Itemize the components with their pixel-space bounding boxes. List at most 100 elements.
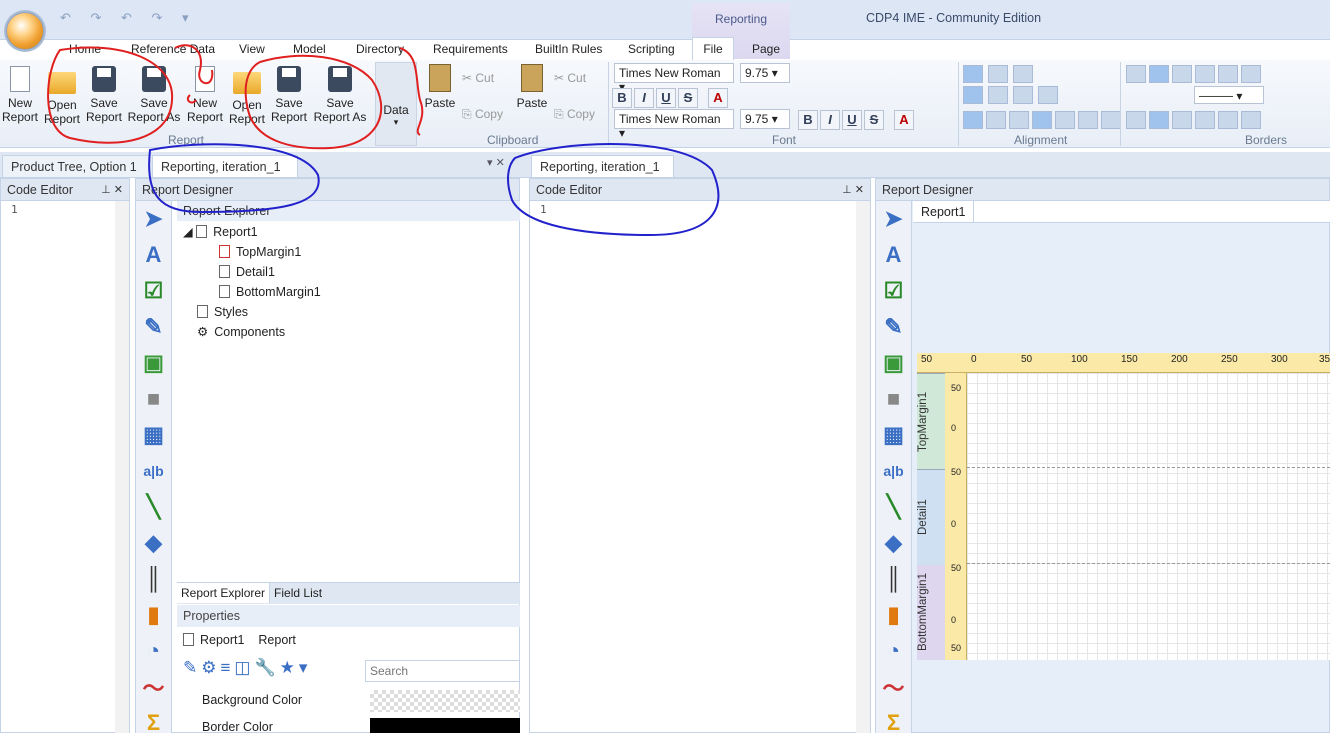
character-comb-icon[interactable]: a|b bbox=[139, 456, 169, 486]
tab-report-explorer[interactable]: Report Explorer bbox=[177, 583, 271, 603]
barcode-icon[interactable]: ║ bbox=[879, 564, 909, 594]
save-report-as-button[interactable]: Save Report As bbox=[126, 66, 182, 124]
tab-directory[interactable]: Directory bbox=[356, 42, 404, 56]
tree-item-topmargin1[interactable]: TopMargin1 bbox=[219, 242, 301, 262]
tab-home[interactable]: Home bbox=[69, 42, 101, 56]
border-buttons-2[interactable] bbox=[1126, 111, 1261, 129]
tab-reference-data[interactable]: Reference Data bbox=[131, 42, 215, 56]
doc-tab-reporting-right[interactable]: Reporting, iteration_1 ✕ bbox=[531, 155, 674, 189]
underline-button[interactable]: U bbox=[656, 88, 676, 108]
underline-button-2[interactable]: U bbox=[842, 110, 862, 130]
save-report-button[interactable]: Save Report bbox=[84, 66, 124, 124]
scrollbar[interactable] bbox=[856, 201, 870, 733]
open-report-button[interactable]: Open Report bbox=[42, 66, 82, 126]
sparkline-icon[interactable]: 〜 bbox=[139, 672, 169, 702]
alignment-buttons[interactable] bbox=[963, 65, 1060, 104]
line-icon[interactable]: ╲ bbox=[139, 492, 169, 522]
open-report-button-2[interactable]: Open Report bbox=[227, 66, 267, 126]
doc-tab-reporting-left[interactable]: Reporting, iteration_1 ✕ bbox=[152, 155, 298, 189]
scrollbar[interactable] bbox=[115, 201, 129, 733]
tree-item-components[interactable]: ⚙ Components bbox=[197, 322, 285, 342]
strikethrough-button-2[interactable]: S bbox=[864, 110, 884, 130]
cut-button[interactable]: ✂ Cut bbox=[462, 71, 494, 85]
property-category-icons[interactable]: ✎⚙≡◫🔧★▾ bbox=[183, 658, 311, 678]
richtext-icon[interactable]: ✎ bbox=[139, 312, 169, 342]
tab-requirements[interactable]: Requirements bbox=[433, 42, 508, 56]
gauge-icon[interactable]: ◔ bbox=[879, 636, 909, 666]
panel-icon[interactable]: ■ bbox=[139, 384, 169, 414]
picture-icon[interactable]: ▣ bbox=[879, 348, 909, 378]
tab-model[interactable]: Model bbox=[293, 42, 326, 56]
tree-item-detail1[interactable]: Detail1 bbox=[219, 262, 275, 282]
tab-file[interactable]: File bbox=[692, 37, 734, 61]
band-topmargin1[interactable]: TopMargin1 bbox=[917, 373, 945, 469]
design-surface[interactable] bbox=[967, 373, 1330, 660]
sparkline-icon[interactable]: 〜 bbox=[879, 672, 909, 702]
font-family-select[interactable]: Times New Roman ▾ bbox=[614, 63, 734, 94]
doc-tab-product-tree[interactable]: Product Tree, Option 1 ✕ bbox=[2, 155, 150, 189]
new-report-button-2[interactable]: New Report bbox=[186, 66, 224, 124]
checkbox-icon[interactable]: ☑ bbox=[879, 276, 909, 306]
border-buttons[interactable] bbox=[1126, 65, 1261, 83]
summary-icon[interactable]: Σ bbox=[879, 708, 909, 738]
application-menu-button[interactable] bbox=[6, 12, 44, 50]
alignment-buttons-2[interactable] bbox=[963, 111, 1121, 129]
pin-close-icon[interactable]: ⊥ ✕ bbox=[842, 183, 864, 196]
save-report-as-button-2[interactable]: Save Report As bbox=[312, 66, 368, 124]
tree-root-report1[interactable]: ◢ Report1 bbox=[183, 222, 258, 242]
bold-button-2[interactable]: B bbox=[798, 110, 818, 130]
tab-view[interactable]: View bbox=[239, 42, 265, 56]
tree-item-styles[interactable]: Styles bbox=[197, 302, 248, 322]
label-icon[interactable]: A bbox=[879, 240, 909, 270]
tab-scripting[interactable]: Scripting bbox=[628, 42, 675, 56]
properties-selected-object[interactable]: Report1 Report bbox=[183, 633, 296, 647]
new-report-button[interactable]: New Report bbox=[2, 66, 38, 124]
tree-item-bottommargin1[interactable]: BottomMargin1 bbox=[219, 282, 321, 302]
property-search-input[interactable] bbox=[365, 660, 520, 682]
copy-button[interactable]: ⎘ Copy bbox=[462, 107, 503, 122]
chart-icon[interactable]: ▮ bbox=[139, 600, 169, 630]
table-icon[interactable]: ▦ bbox=[139, 420, 169, 450]
table-icon[interactable]: ▦ bbox=[879, 420, 909, 450]
band-detail1[interactable]: Detail1 bbox=[917, 469, 945, 565]
shape-icon[interactable]: ◆ bbox=[879, 528, 909, 558]
summary-icon[interactable]: Σ bbox=[139, 708, 169, 738]
picture-icon[interactable]: ▣ bbox=[139, 348, 169, 378]
tab-list-dropdown-icon[interactable]: ▾ ✕ bbox=[487, 156, 505, 169]
bold-button[interactable]: B bbox=[612, 88, 632, 108]
font-size-select-2[interactable]: 9.75 ▾ bbox=[740, 109, 790, 129]
paste-button[interactable]: Paste bbox=[424, 64, 456, 110]
tab-report1[interactable]: Report1 bbox=[913, 201, 975, 223]
pin-close-icon[interactable]: ⊥ ✕ bbox=[101, 183, 123, 196]
italic-button-2[interactable]: I bbox=[820, 110, 840, 130]
tab-page[interactable]: Page bbox=[752, 42, 780, 56]
character-comb-icon[interactable]: a|b bbox=[879, 456, 909, 486]
font-family-select-2[interactable]: Times New Roman ▾ bbox=[614, 109, 734, 140]
tab-builtin-rules[interactable]: BuiltIn Rules bbox=[535, 42, 602, 56]
barcode-icon[interactable]: ║ bbox=[139, 564, 169, 594]
tab-field-list[interactable]: Field List bbox=[270, 583, 326, 603]
font-color-button-2[interactable]: A bbox=[894, 110, 914, 130]
panel-icon[interactable]: ■ bbox=[879, 384, 909, 414]
richtext-icon[interactable]: ✎ bbox=[879, 312, 909, 342]
line-icon[interactable]: ╲ bbox=[879, 492, 909, 522]
band-bottommargin1[interactable]: BottomMargin1 bbox=[917, 565, 945, 660]
font-color-button[interactable]: A bbox=[708, 88, 728, 108]
italic-button[interactable]: I bbox=[634, 88, 654, 108]
chart-icon[interactable]: ▮ bbox=[879, 600, 909, 630]
gauge-icon[interactable]: ◔ bbox=[139, 636, 169, 666]
background-color-value[interactable] bbox=[370, 690, 520, 712]
label-icon[interactable]: A bbox=[139, 240, 169, 270]
shape-icon[interactable]: ◆ bbox=[139, 528, 169, 558]
pointer-icon[interactable]: ➤ bbox=[139, 204, 169, 234]
paste-button-2[interactable]: Paste bbox=[516, 64, 548, 110]
cut-button-2[interactable]: ✂ Cut bbox=[554, 71, 586, 85]
save-report-button-2[interactable]: Save Report bbox=[269, 66, 309, 124]
data-button[interactable]: Data ▾ bbox=[375, 62, 417, 146]
pointer-icon[interactable]: ➤ bbox=[879, 204, 909, 234]
checkbox-icon[interactable]: ☑ bbox=[139, 276, 169, 306]
font-size-select[interactable]: 9.75 ▾ bbox=[740, 63, 790, 83]
border-color-value[interactable] bbox=[370, 718, 520, 733]
border-style-select[interactable]: ──── ▾ bbox=[1194, 86, 1264, 104]
strikethrough-button[interactable]: S bbox=[678, 88, 698, 108]
